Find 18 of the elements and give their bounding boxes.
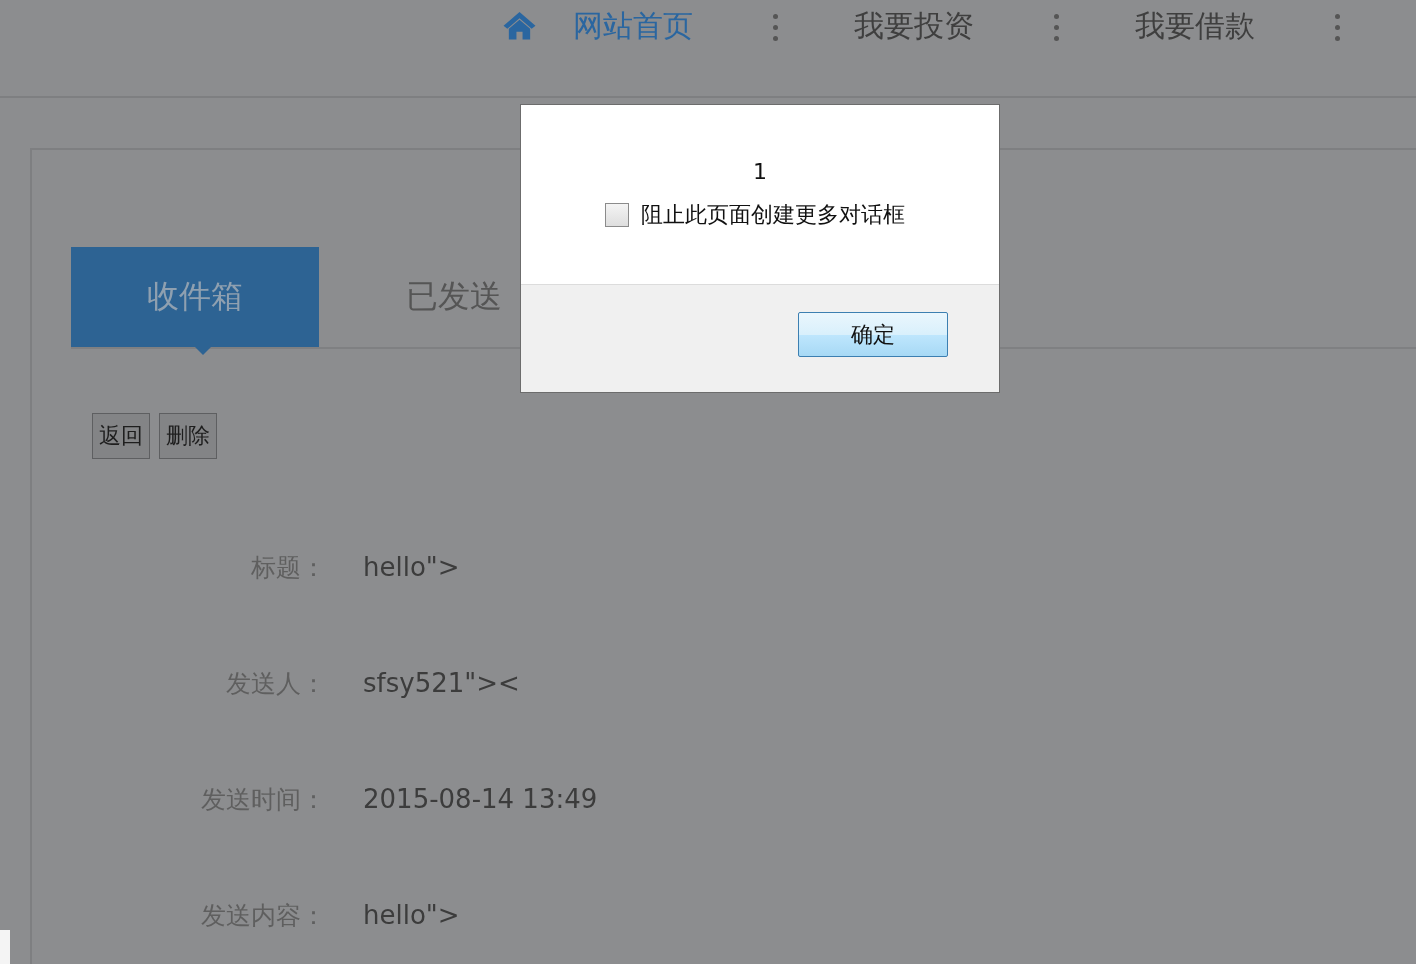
ok-button[interactable]: 确定: [798, 312, 948, 357]
page-edge-block: [0, 930, 10, 964]
separator-dots-icon: [1335, 14, 1340, 41]
tab-pointer-icon: [195, 347, 211, 355]
separator-dots-icon: [773, 14, 778, 41]
field-value: sfsy521"><: [363, 668, 520, 698]
nav-link[interactable]: 我要借款: [1135, 6, 1255, 46]
action-button[interactable]: 返回: [92, 413, 150, 459]
nav-link[interactable]: 网站首页: [573, 6, 693, 46]
dialog-message: 1: [753, 159, 767, 184]
nav-link[interactable]: 我要投资: [854, 6, 974, 46]
field-value: hello">: [363, 552, 460, 582]
checkbox-label[interactable]: 阻止此页面创建更多对话框: [641, 200, 905, 230]
checkbox[interactable]: [605, 203, 629, 227]
field-value: hello">: [363, 900, 460, 930]
separator-dots-icon: [1054, 14, 1059, 41]
action-button[interactable]: 删除: [159, 413, 217, 459]
field-value: 2015-08-14 13:49: [363, 784, 598, 814]
